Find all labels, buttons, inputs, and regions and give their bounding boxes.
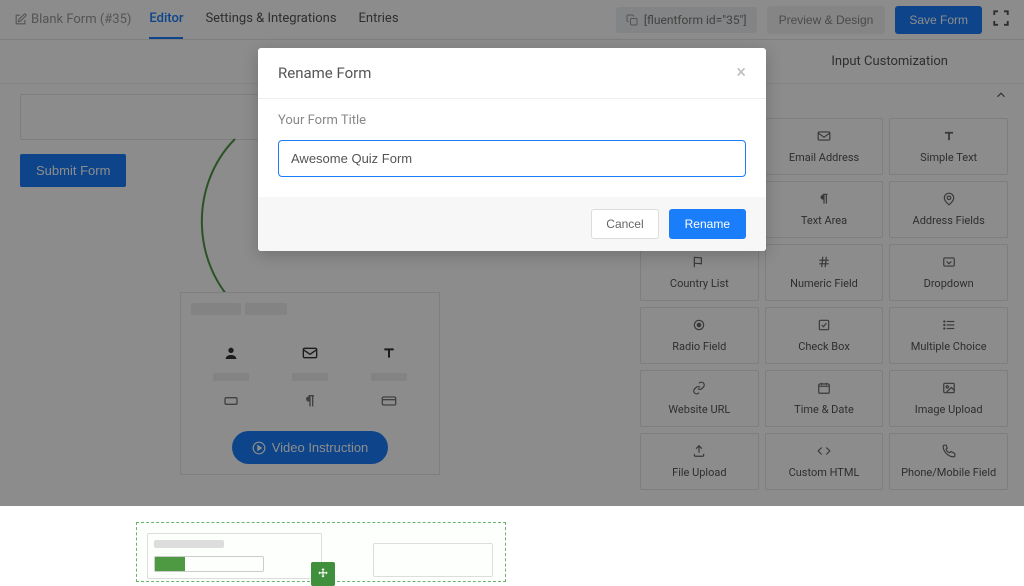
- rename-button[interactable]: Rename: [669, 209, 746, 239]
- cancel-button[interactable]: Cancel: [591, 209, 658, 239]
- modal-header: Rename Form ×: [258, 48, 766, 99]
- rename-modal: Rename Form × Your Form Title Cancel Ren…: [258, 48, 766, 251]
- close-icon[interactable]: ×: [736, 64, 746, 82]
- form-title-input[interactable]: [278, 140, 746, 177]
- modal-title: Rename Form: [278, 64, 371, 82]
- builder-drop-zone[interactable]: [136, 522, 506, 582]
- modal-field-label: Your Form Title: [278, 113, 746, 128]
- modal-footer: Cancel Rename: [258, 197, 766, 251]
- drag-handle-icon[interactable]: [311, 562, 335, 586]
- modal-body: Your Form Title: [258, 99, 766, 197]
